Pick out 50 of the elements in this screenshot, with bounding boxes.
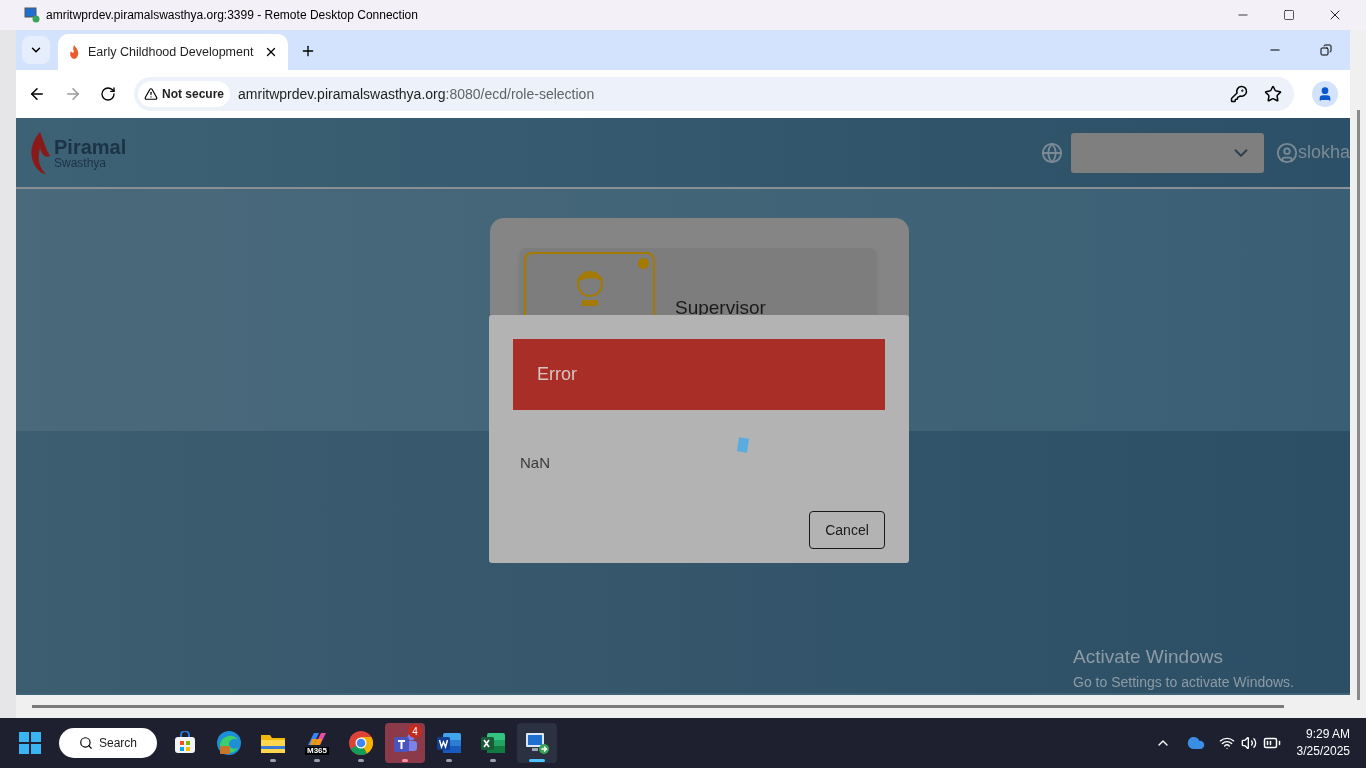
url-text: amritwprdev.piramalswasthya.org:8080/ecd/role-selection (238, 84, 595, 104)
browser-tab[interactable]: Early Childhood Development (58, 34, 288, 70)
swirl-icon (216, 730, 242, 756)
volume-icon[interactable] (1240, 735, 1257, 751)
activation-title: Activate Windows (1073, 645, 1224, 669)
forward-icon[interactable] (64, 85, 82, 103)
close-tab-icon[interactable] (264, 45, 278, 59)
cloud-icon[interactable] (1186, 734, 1205, 752)
monitor-icon (24, 7, 40, 23)
start-icon[interactable] (18, 731, 42, 755)
clock-date: 3/25/2025 (1296, 743, 1350, 760)
security-chip[interactable]: Not secure (138, 81, 231, 107)
user-icon (1275, 141, 1298, 164)
dropdown-field[interactable] (1070, 132, 1264, 173)
loading-spinner (737, 437, 749, 453)
maximize-icon (1283, 9, 1295, 21)
warning-icon (144, 87, 158, 101)
address-bar[interactable]: Not secure amritwprdev.piramalswasthya.org:8080/ecd/role-selection (134, 77, 1294, 111)
flame-icon (68, 44, 80, 60)
clock[interactable]: 9:29 AM 3/25/2025 (1296, 726, 1350, 760)
store-icon (173, 731, 197, 755)
clock-time: 9:29 AM (1305, 726, 1350, 743)
wifi-icon[interactable] (1218, 735, 1235, 751)
notification-badge: 4 (408, 724, 422, 738)
reload-icon[interactable] (100, 86, 116, 102)
window-title: amritwprdev.piramalswasthya.org:3399 - Remote Desktop Connection (46, 7, 418, 24)
profile-avatar[interactable] (1312, 81, 1338, 107)
restore-icon[interactable] (1320, 44, 1332, 56)
bookmark-star-icon[interactable] (1264, 85, 1282, 103)
activation-subtitle: Go to Settings to activate Windows. (1073, 672, 1294, 692)
dialog-title: Error (537, 363, 577, 386)
vertical-scrollbar[interactable] (1356, 110, 1360, 700)
word-icon (436, 731, 462, 755)
tab-title: Early Childhood Development (88, 43, 255, 61)
horizontal-scrollbar[interactable] (32, 705, 1284, 708)
taskbar-app[interactable]: M365 (297, 723, 337, 763)
excel-icon (480, 731, 506, 755)
dialog-message: NaN (520, 453, 550, 473)
role-label: Supervisor (675, 296, 766, 320)
taskbar-app[interactable] (517, 723, 557, 763)
security-label: Not secure (162, 86, 225, 103)
cancel-button[interactable]: Cancel (809, 511, 885, 549)
search-icon (79, 735, 93, 751)
key-icon[interactable] (1230, 85, 1248, 103)
taskbar-app[interactable]: 4 (385, 723, 425, 763)
back-icon[interactable] (28, 85, 46, 103)
chrome-icon (348, 730, 374, 756)
taskbar-search[interactable]: Search (59, 728, 157, 758)
new-tab-icon[interactable] (300, 43, 316, 59)
monitor-icon (524, 730, 550, 756)
